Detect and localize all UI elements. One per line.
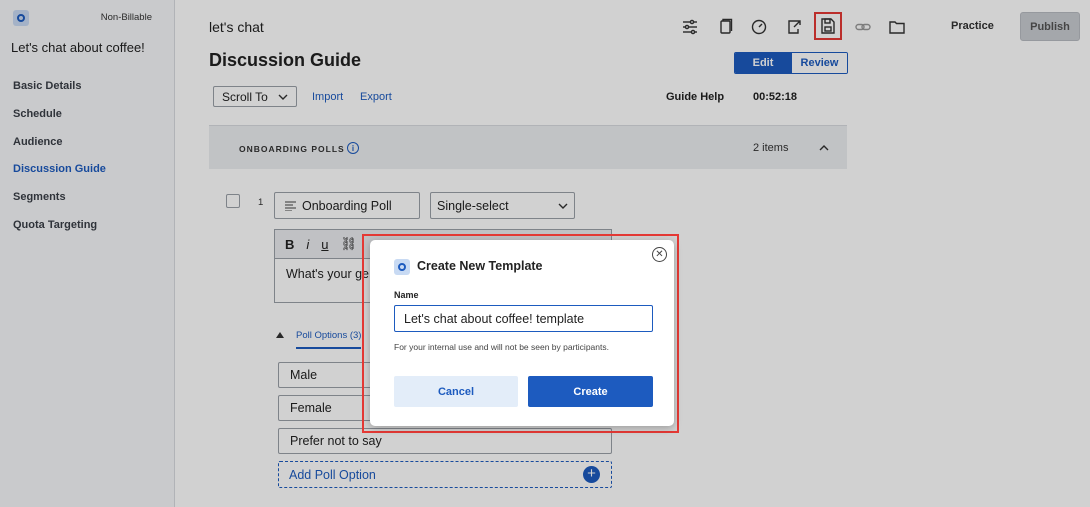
create-template-dialog: Create New Template ✕ Name For your inte… (370, 240, 674, 426)
cancel-button[interactable]: Cancel (394, 376, 518, 407)
name-field-label: Name (394, 290, 419, 300)
create-button[interactable]: Create (528, 376, 653, 407)
app-logo-icon (394, 259, 410, 275)
dialog-title: Create New Template (417, 259, 543, 273)
name-helper-text: For your internal use and will not be se… (394, 342, 609, 352)
close-icon[interactable]: ✕ (652, 247, 667, 262)
template-name-input[interactable] (394, 305, 653, 332)
